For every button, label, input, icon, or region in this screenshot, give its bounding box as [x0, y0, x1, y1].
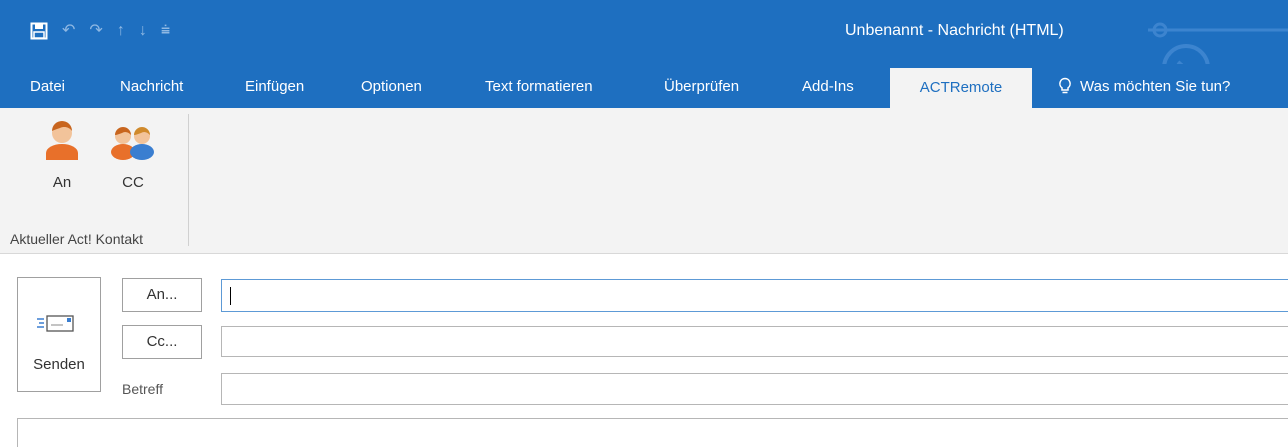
message-body[interactable] [17, 418, 1288, 447]
subject-field[interactable] [221, 373, 1288, 405]
send-button[interactable]: Senden [17, 277, 101, 392]
lightbulb-icon [1059, 77, 1071, 94]
tell-me-search[interactable]: Was möchten Sie tun? [1058, 64, 1230, 108]
cc-field[interactable] [221, 326, 1288, 357]
tab-add-ins[interactable]: Add-Ins [802, 64, 854, 108]
redo-icon[interactable]: ↷ [89, 21, 102, 41]
tab-einfuegen[interactable]: Einfügen [245, 64, 304, 108]
tab-nachricht[interactable]: Nachricht [120, 64, 183, 108]
title-bar: ↶ ↷ ↑ ↓ ⩧ Unbenannt - Nachricht (HTML) [0, 0, 1288, 92]
to-button[interactable]: An... [122, 278, 202, 312]
ribbon-group-separator [188, 114, 189, 246]
tab-text-formatieren[interactable]: Text formatieren [485, 64, 593, 108]
cc-button[interactable]: Cc... [122, 325, 202, 359]
tell-me-label: Was möchten Sie tun? [1080, 77, 1231, 95]
undo-icon[interactable]: ↶ [62, 21, 75, 41]
subject-label: Betreff [122, 381, 163, 397]
send-label: Senden [33, 356, 85, 373]
ribbon-group-label: Aktueller Act! Kontakt [10, 231, 144, 247]
act-cc-label: CC [122, 174, 144, 191]
customize-qat-icon[interactable]: ⩧ [161, 21, 170, 41]
act-cc-button[interactable]: CC [108, 118, 158, 198]
tab-ueberpruefen[interactable]: Überprüfen [664, 64, 739, 108]
tab-datei[interactable]: Datei [30, 64, 65, 108]
person-icon [46, 121, 78, 160]
to-field[interactable] [221, 279, 1288, 312]
tab-optionen[interactable]: Optionen [361, 64, 422, 108]
ribbon-panel: An CC Aktueller Act! Kontakt [0, 108, 1288, 254]
text-caret [230, 287, 231, 305]
next-item-icon[interactable]: ↓ [139, 21, 147, 41]
act-to-label: An [52, 174, 72, 191]
send-mail-icon [37, 315, 74, 332]
previous-item-icon[interactable]: ↑ [117, 21, 125, 41]
people-icon [111, 127, 154, 160]
window-title: Unbenannt - Nachricht (HTML) [845, 22, 1064, 39]
tab-actremote[interactable]: ACTRemote [890, 68, 1032, 108]
save-icon[interactable] [30, 22, 48, 40]
quick-access-toolbar: ↶ ↷ ↑ ↓ ⩧ [30, 17, 170, 45]
ribbon-tab-bar: Datei Nachricht Einfügen Optionen Text f… [0, 64, 1288, 108]
act-to-button[interactable]: An [37, 118, 87, 198]
